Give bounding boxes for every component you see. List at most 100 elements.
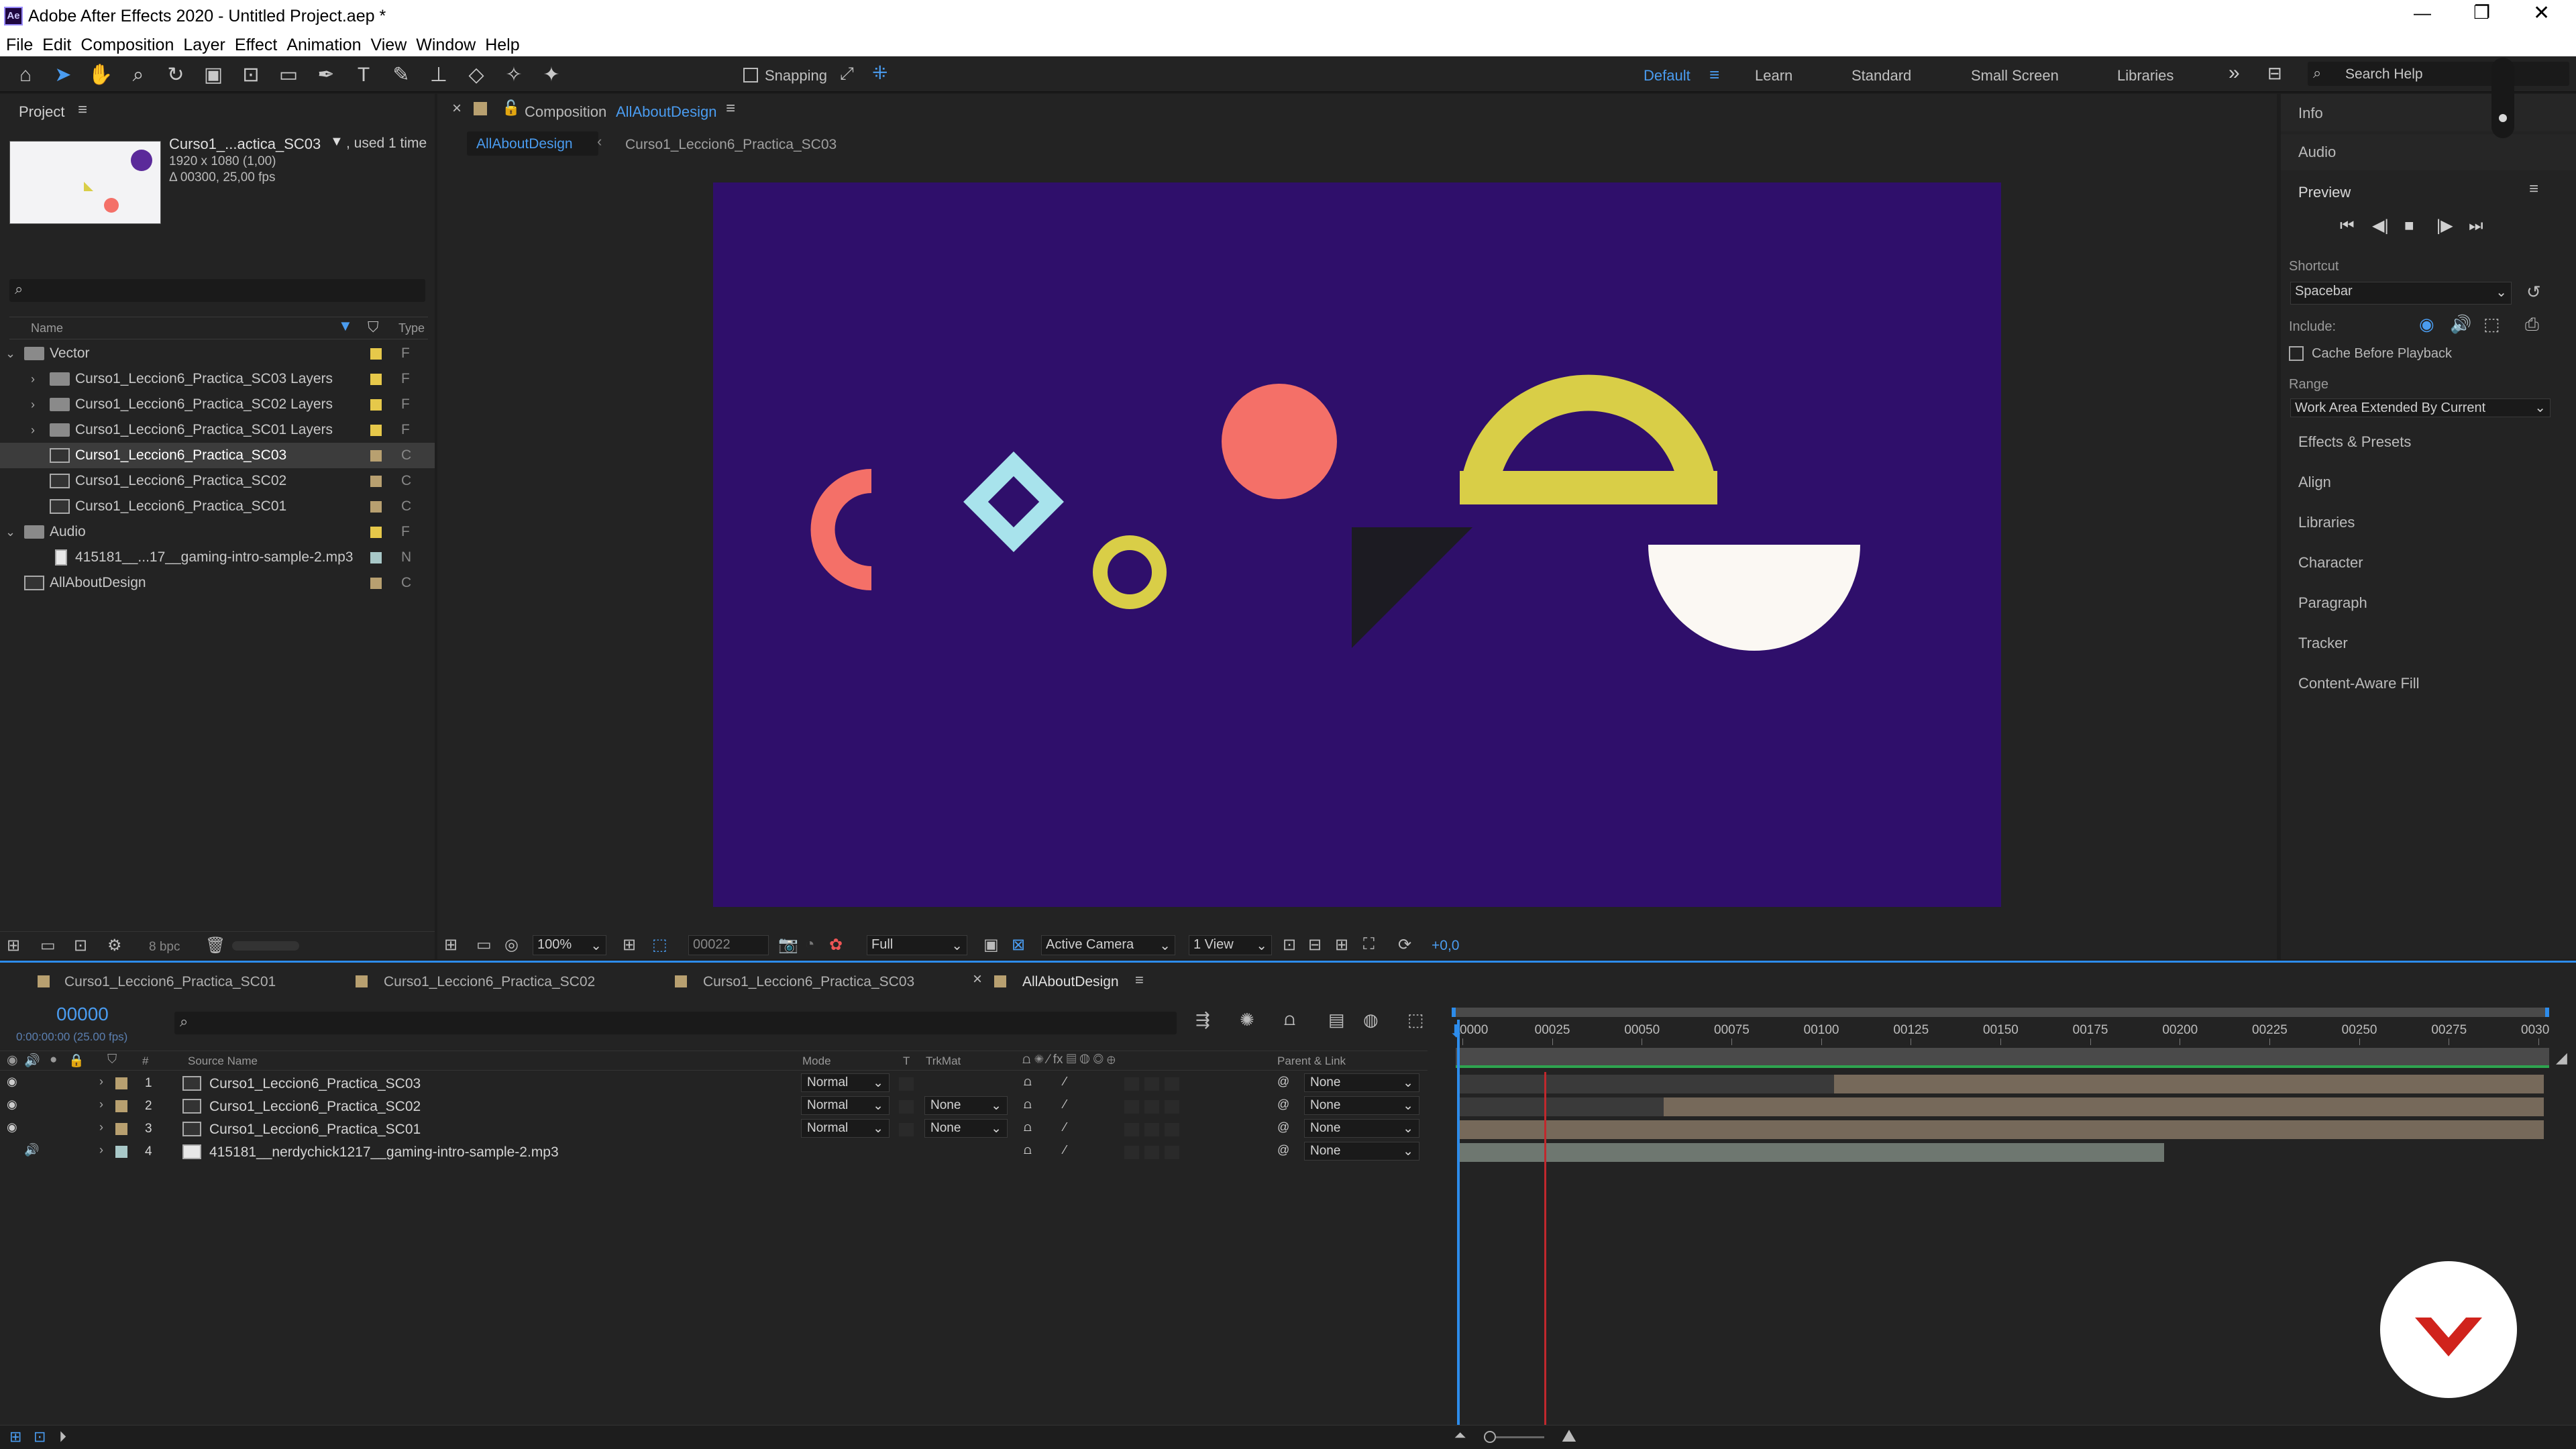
- panel-character[interactable]: Character: [2298, 554, 2363, 572]
- toggle-pixel-aspect-icon[interactable]: ⊡: [1283, 935, 1296, 955]
- project-item-row[interactable]: AllAboutDesign C: [0, 570, 435, 596]
- layer-source-name[interactable]: Curso1_Leccion6_Practica_SC02: [209, 1099, 421, 1115]
- project-panel-title[interactable]: Project: [19, 103, 64, 121]
- layer-source-name[interactable]: Curso1_Leccion6_Practica_SC01: [209, 1122, 421, 1138]
- timeline-tab-sc03[interactable]: Curso1_Leccion6_Practica_SC03: [703, 974, 914, 990]
- hand-tool-icon[interactable]: ✋: [82, 63, 119, 87]
- audio-speaker-icon[interactable]: 🔊: [24, 1143, 39, 1157]
- transparency-grid-icon[interactable]: ⊠: [1012, 935, 1025, 955]
- layer-parent-dropdown[interactable]: None ⌄: [1304, 1142, 1419, 1161]
- search-help-field[interactable]: ⌕ Search Help: [2308, 62, 2569, 86]
- thumbnail-zoom-slider[interactable]: [232, 941, 299, 951]
- project-folder-row[interactable]: › Curso1_Leccion6_Practica_SC03 Layers F: [0, 366, 435, 392]
- switch-box[interactable]: [1144, 1146, 1159, 1159]
- panel-menu-icon[interactable]: ≡: [726, 99, 735, 118]
- puppet-tool-icon[interactable]: ✦: [533, 63, 570, 87]
- workspace-default[interactable]: Default: [1644, 67, 1690, 85]
- timeline-layer-row[interactable]: 🔊 › 4 415181__nerdychick1217__gaming-intro-…: [0, 1140, 1428, 1163]
- frame-blending-icon[interactable]: ▤: [1328, 1010, 1363, 1030]
- work-area-bar[interactable]: [1456, 1048, 2549, 1068]
- timeline-zoom-slider[interactable]: [1484, 1431, 1544, 1443]
- project-item-row[interactable]: Curso1_Leccion6_Practica_SC02 C: [0, 468, 435, 494]
- col-type[interactable]: Type: [398, 321, 425, 335]
- project-search-input[interactable]: ⌕: [9, 279, 425, 302]
- label-swatch[interactable]: [370, 424, 382, 436]
- pen-tool-icon[interactable]: ✒: [307, 63, 345, 87]
- chevron-right-icon[interactable]: ›: [31, 423, 35, 437]
- close-panel-icon[interactable]: ×: [452, 99, 462, 118]
- next-frame-icon[interactable]: |▶: [2436, 216, 2469, 235]
- panel-menu-icon[interactable]: ≡: [1135, 971, 1144, 989]
- project-item-row[interactable]: Curso1_Leccion6_Practica_SC01 C: [0, 494, 435, 519]
- camera-dropdown[interactable]: Active Camera ⌄: [1041, 935, 1175, 955]
- project-folder-row[interactable]: ⌄ Audio F: [0, 519, 435, 545]
- fast-previews-icon[interactable]: ▣: [983, 935, 999, 955]
- sort-down-icon[interactable]: ▼: [338, 317, 353, 335]
- more-workspaces-icon[interactable]: »: [2229, 62, 2240, 85]
- shy-layers-icon[interactable]: ⩍: [1284, 1009, 1328, 1030]
- label-swatch[interactable]: [370, 500, 382, 513]
- info-scrollbar[interactable]: [2491, 58, 2514, 138]
- snap-edges-icon[interactable]: ⤢: [840, 63, 854, 85]
- label-swatch[interactable]: [370, 577, 382, 589]
- shy-switch-icon[interactable]: ⩍: [1024, 1120, 1032, 1134]
- layer-mode-dropdown[interactable]: Normal ⌄: [801, 1119, 890, 1138]
- layer-trkmat-dropdown[interactable]: None ⌄: [924, 1096, 1008, 1115]
- show-snapshot-icon[interactable]: ◔: [805, 935, 815, 954]
- include-overlays-icon[interactable]: ⬚: [2483, 314, 2500, 335]
- preserve-transparency-box[interactable]: [899, 1123, 914, 1136]
- flowchart-icon[interactable]: ⛶: [1363, 935, 1375, 954]
- menu-effect[interactable]: Effect: [230, 36, 282, 55]
- menu-layer[interactable]: Layer: [178, 36, 230, 55]
- layer-switches-icon[interactable]: ⊞: [9, 1428, 21, 1446]
- brush-tool-icon[interactable]: ✎: [382, 63, 420, 87]
- snap-features-icon[interactable]: ⁜: [872, 62, 888, 84]
- switch-box[interactable]: [1165, 1123, 1179, 1136]
- shy-switch-icon[interactable]: ⩍: [1024, 1075, 1032, 1089]
- switch-box[interactable]: [1165, 1100, 1179, 1114]
- panel-menu-icon[interactable]: ≡: [2529, 180, 2538, 199]
- eraser-tool-icon[interactable]: ◇: [458, 63, 495, 87]
- layer-parent-dropdown[interactable]: None ⌄: [1304, 1096, 1419, 1115]
- delete-icon[interactable]: 🗑: [205, 936, 225, 955]
- panel-info[interactable]: Info: [2298, 105, 2323, 122]
- zoom-dropdown[interactable]: 100% ⌄: [533, 935, 606, 955]
- restore-icon[interactable]: ❐: [2473, 1, 2490, 23]
- timeline-current-time[interactable]: 00000: [56, 1004, 109, 1025]
- timeline-tab-sc02[interactable]: Curso1_Leccion6_Practica_SC02: [384, 974, 595, 990]
- col-parent-link[interactable]: Parent & Link: [1277, 1055, 1346, 1068]
- fast-draft-icon[interactable]: ⊟: [1308, 935, 1322, 955]
- stop-icon[interactable]: ■: [2404, 217, 2436, 235]
- motion-blur-icon[interactable]: ◍: [1363, 1010, 1407, 1030]
- quality-switch-icon[interactable]: ⁄: [1064, 1075, 1066, 1089]
- new-composition-icon[interactable]: ⊡: [74, 936, 87, 955]
- draft-3d-icon[interactable]: ✺: [1240, 1010, 1284, 1030]
- layer-duration-bar[interactable]: [1460, 1120, 2544, 1139]
- new-folder-icon[interactable]: ▭: [40, 936, 56, 955]
- workspace-menu-icon[interactable]: ≡: [1709, 64, 1719, 85]
- expand-chevron-icon[interactable]: ›: [99, 1143, 103, 1157]
- cache-checkbox[interactable]: [2289, 346, 2304, 361]
- chevron-right-icon[interactable]: ›: [31, 398, 35, 412]
- video-switch-icon[interactable]: ◉: [7, 1053, 18, 1068]
- breadcrumb-active[interactable]: AllAboutDesign: [467, 131, 598, 156]
- col-name[interactable]: Name: [31, 321, 63, 335]
- composition-viewer[interactable]: [713, 182, 2001, 907]
- switch-box[interactable]: [1165, 1146, 1179, 1159]
- roto-brush-tool-icon[interactable]: ✧: [495, 63, 533, 87]
- reset-exposure-icon[interactable]: ⟳: [1398, 935, 1411, 955]
- shy-switch-icon[interactable]: ⩍: [1024, 1097, 1032, 1112]
- timeline-layer-row[interactable]: ◉ › 2 Curso1_Leccion6_Practica_SC02 Normal ⌄ N…: [0, 1095, 1428, 1118]
- menu-help[interactable]: Help: [480, 36, 524, 55]
- layer-label-swatch[interactable]: [115, 1146, 127, 1158]
- solo-switch-icon[interactable]: ●: [50, 1053, 57, 1067]
- label-tag-icon[interactable]: ⛉: [368, 319, 379, 336]
- preserve-transparency-box[interactable]: [899, 1100, 914, 1114]
- chevron-down-icon[interactable]: ⌄: [5, 525, 15, 539]
- home-icon[interactable]: ⌂: [7, 64, 44, 87]
- breadcrumb-item-sc03[interactable]: Curso1_Leccion6_Practica_SC03: [625, 137, 837, 153]
- layer-label-swatch[interactable]: [115, 1077, 127, 1089]
- grid-icon[interactable]: ⊞: [623, 935, 636, 955]
- selection-tool-icon[interactable]: ➤: [44, 63, 82, 87]
- always-preview-icon[interactable]: ⊞: [444, 935, 458, 955]
